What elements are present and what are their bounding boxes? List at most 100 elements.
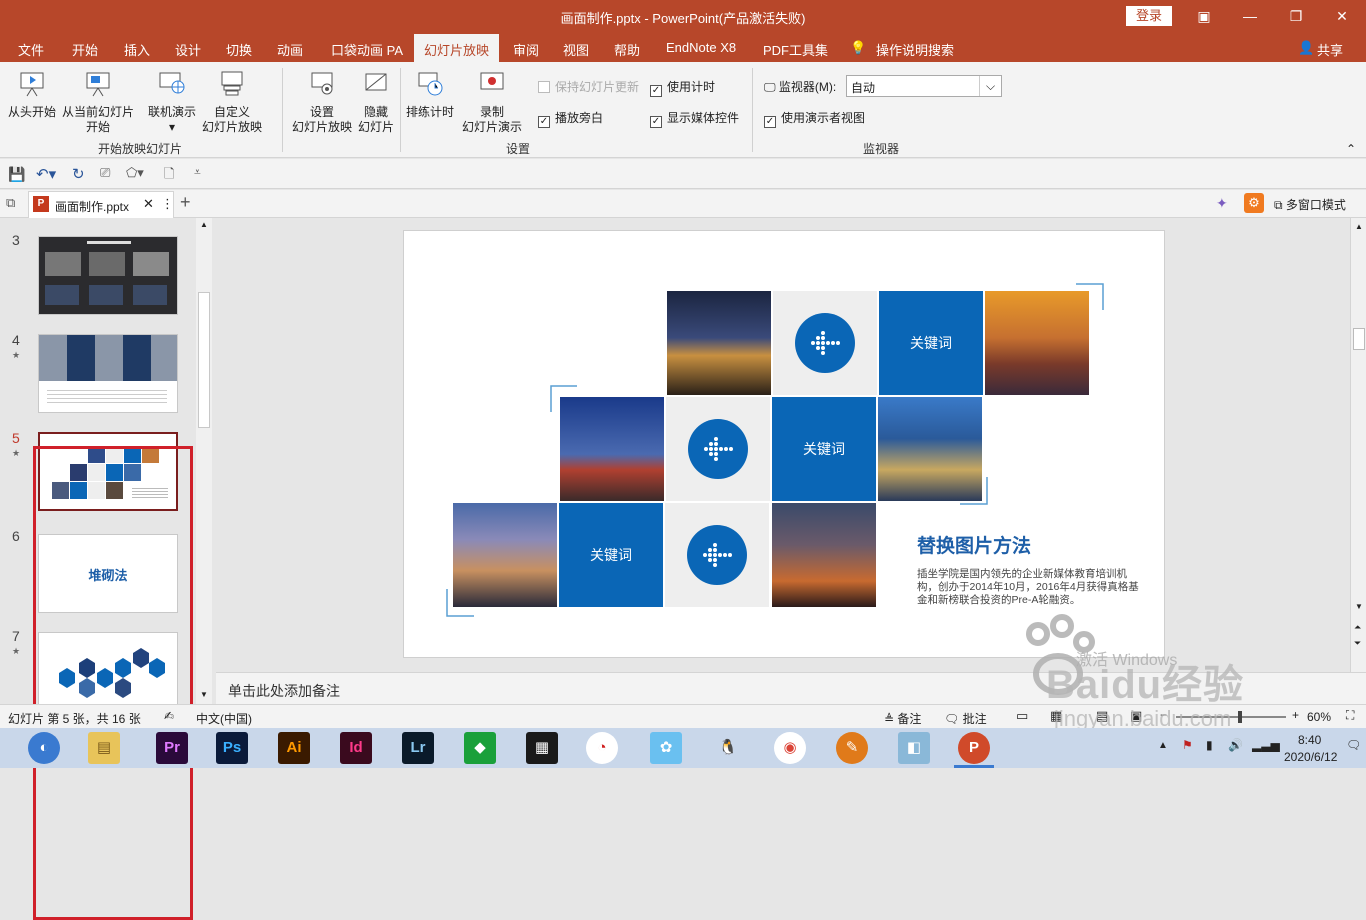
slide-body-text[interactable]: 插坐学院是国内领先的企业新媒体教育培训机构，创办于2014年10月，2016年4… [917,568,1143,607]
hide-slide-button[interactable]: 隐藏 幻灯片 [358,70,394,135]
tab-list-icon[interactable]: ⧉ [6,195,15,211]
keyword-cell[interactable]: 关键词 [772,397,876,501]
signal-icon[interactable]: ▂▃▅ [1252,738,1280,752]
thumbnails-scrollbar[interactable]: ▲ ▼ [196,218,212,704]
tab-help[interactable]: 帮助 [614,40,640,59]
network-warning-icon[interactable]: ⚑ [1182,738,1193,752]
tab-insert[interactable]: 插入 [124,40,150,59]
login-button[interactable]: 登录 [1126,6,1172,26]
next-slide-icon[interactable]: ⏷ [1354,638,1361,649]
show-media-controls-checkbox[interactable]: ✓ 显示媒体控件 [650,109,739,128]
browser-icon[interactable]: ◐ [28,732,60,764]
document-tab[interactable]: P 画面制作.pptx ✕ ⋮ [28,191,174,218]
share-button[interactable]: 共享 [1317,40,1343,59]
indesign-icon[interactable]: Id [340,732,372,764]
customize-qat-icon[interactable]: ⩡ [194,165,201,180]
chrome-icon[interactable]: ◉ [774,732,806,764]
volume-icon[interactable]: 🔊 [1228,738,1243,752]
zoom-slider-thumb[interactable] [1238,711,1242,723]
new-tab-icon[interactable]: + [180,192,191,213]
scroll-down-icon[interactable]: ▼ [200,690,208,699]
ribbon-display-icon[interactable]: ▣ [1194,6,1214,26]
scroll-up-icon[interactable]: ▲ [1355,222,1363,231]
clock-time[interactable]: 8:40 [1298,733,1321,747]
photo-city-skyline[interactable] [453,503,557,607]
fit-slide-icon[interactable]: ⛶ [1346,708,1354,723]
tab-home[interactable]: 开始 [72,40,98,59]
photo-bridge-tower[interactable] [560,397,664,501]
device-icon[interactable]: ▮ [1206,738,1213,752]
zoom-in-icon[interactable]: + [1292,708,1299,722]
from-beginning-button[interactable]: 从头开始 [8,70,56,120]
redo-icon[interactable]: ↻ [72,165,85,183]
tab-endnote[interactable]: EndNote X8 [666,40,736,55]
scroll-up-icon[interactable]: ▲ [200,220,208,229]
spellcheck-icon[interactable]: ✍ [164,709,174,723]
keyword-cell[interactable]: 关键词 [879,291,983,395]
notes-placeholder[interactable]: 单击此处添加备注 [228,681,340,701]
notification-icon[interactable]: 🗨 [1346,738,1361,752]
close-icon[interactable]: ✕ [1332,6,1352,26]
slide-scrollbar[interactable]: ▲ ▼ ⏶ ⏷ [1350,218,1366,704]
tab-pdf-tools[interactable]: PDF工具集 [763,40,828,59]
green-app-icon[interactable]: ◆ [464,732,496,764]
tab-animations[interactable]: 动画 [277,40,303,59]
close-tab-icon[interactable]: ✕ [143,196,154,212]
use-timings-checkbox[interactable]: ✓ 使用计时 [650,78,715,97]
clock-date[interactable]: 2020/6/12 [1284,750,1337,764]
file-explorer-icon[interactable]: ▤ [88,732,120,764]
scrollbar-thumb[interactable] [1353,328,1365,350]
collapse-ribbon-icon[interactable]: ⌃ [1346,142,1356,156]
monitor-select[interactable]: 自动 ⌵ [846,75,1002,97]
scrollbar-thumb[interactable] [198,292,210,428]
premiere-icon[interactable]: Pr [156,732,188,764]
chat-bird-icon[interactable]: ✿ [650,732,682,764]
lightroom-icon[interactable]: Lr [402,732,434,764]
zoom-level[interactable]: 60% [1307,710,1331,724]
tab-file[interactable]: 文件 [18,40,44,59]
undo-icon[interactable]: ↶▾ [36,165,56,183]
scroll-down-icon[interactable]: ▼ [1355,602,1363,611]
presenter-view-checkbox[interactable]: ✓ 使用演示者视图 [764,109,865,128]
blue-app-icon[interactable]: ◧ [898,732,930,764]
slide-thumbnail-3[interactable] [38,236,178,315]
magic-icon[interactable]: ✦ [1216,195,1228,212]
tab-review[interactable]: 审阅 [513,40,539,59]
normal-view-icon[interactable]: ▭ [1016,708,1028,724]
present-icon[interactable]: ⎚ [100,165,110,181]
slide-heading[interactable]: 替换图片方法 [917,531,1031,558]
minimize-icon[interactable]: — [1240,6,1260,26]
keep-updated-checkbox[interactable]: 保持幻灯片更新 [538,78,639,95]
notes-toggle[interactable]: ≜ 备注 [884,710,921,727]
slide-5[interactable]: 关键词 关键词 关键词 替换图片方法 插坐学院是国内领先的企业新媒体教育培训机构… [403,230,1165,658]
shapes-icon[interactable]: ⬠▾ [126,165,144,181]
tab-design[interactable]: 设计 [175,40,201,59]
from-current-slide-button[interactable]: 从当前幻灯片 开始 [62,70,134,135]
online-present-button[interactable]: 联机演示 ▾ [148,70,196,135]
previous-slide-icon[interactable]: ⏶ [1354,622,1361,633]
setup-show-button[interactable]: 设置 幻灯片放映 [292,70,352,135]
photo-city-interchange[interactable] [878,397,982,501]
slide-thumbnail-4[interactable] [38,334,178,413]
red-green-app-icon[interactable]: ◔ [586,732,618,764]
photo-city-traffic[interactable] [772,503,876,607]
powerpoint-taskbar-icon[interactable]: P [958,732,990,764]
restore-icon[interactable]: ❐ [1286,6,1306,26]
comments-toggle[interactable]: 🗨 批注 [944,710,987,727]
illustrator-icon[interactable]: Ai [278,732,310,764]
tab-view[interactable]: 视图 [563,40,589,59]
new-file-icon[interactable]: 🗋 [164,165,174,187]
tab-pocket-animation[interactable]: 口袋动画 PA [331,40,403,59]
save-icon[interactable]: 💾 [8,166,25,183]
orange-app-icon[interactable]: ✎ [836,732,868,764]
language-indicator[interactable]: 中文(中国) [196,710,252,727]
photo-mountain-sunset[interactable] [985,291,1089,395]
tray-expand-icon[interactable]: ▲ [1158,740,1168,751]
keyword-cell[interactable]: 关键词 [559,503,663,607]
tell-me-search[interactable]: 操作说明搜索 [876,40,954,59]
settings-gear-icon[interactable]: ⚙ [1244,193,1264,213]
play-narration-checkbox[interactable]: ✓ 播放旁白 [538,109,603,128]
more-options-icon[interactable]: ⋮ [161,196,174,212]
qq-icon[interactable]: 🐧 [712,732,744,764]
multi-window-button[interactable]: ⧉ 多窗口模式 [1274,196,1346,213]
